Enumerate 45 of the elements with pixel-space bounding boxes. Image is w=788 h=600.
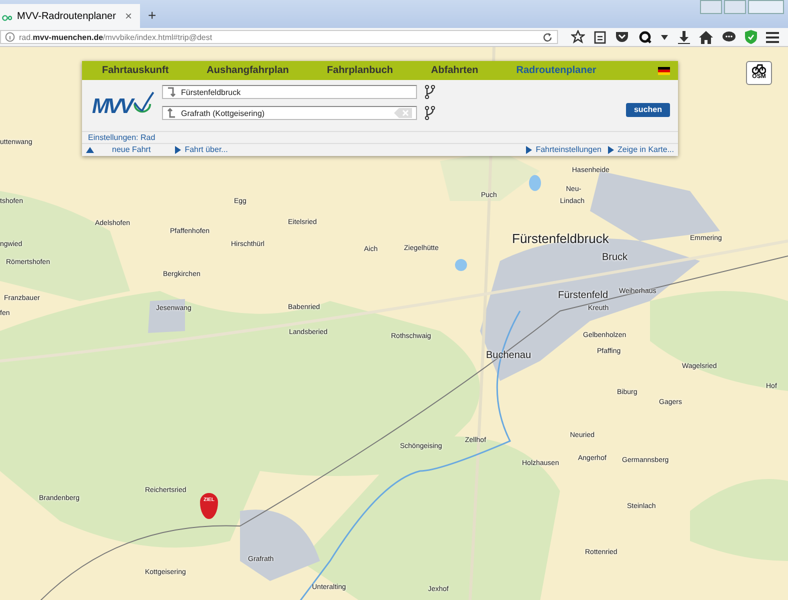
new-tab-button[interactable]: + (148, 7, 156, 23)
turn-arrow-icon (167, 108, 176, 118)
place-label: Fürstenfeldbruck (512, 231, 609, 246)
fork-icon[interactable] (425, 85, 435, 99)
address-field[interactable]: rad.mvv-muenchen.de/mvvbike/index.html#trip@dest (0, 30, 558, 44)
settings-link[interactable]: Einstellungen: Rad (88, 133, 156, 142)
clipboard-icon[interactable] (594, 30, 606, 44)
nav-tab[interactable]: Fahrtauskunft (98, 63, 173, 78)
speech-bubble-icon[interactable] (722, 31, 736, 43)
action-link[interactable]: Zeige in Karte... (608, 145, 674, 154)
triangle-right-icon (526, 146, 532, 154)
search-button[interactable]: suchen (626, 103, 670, 117)
close-tab-button[interactable]: × (124, 9, 132, 23)
nav-tab[interactable]: Abfahrten (427, 63, 482, 78)
menu-icon[interactable] (766, 32, 780, 42)
mvv-logo: MVV (92, 85, 154, 121)
place-label: Fürstenfeld (558, 290, 608, 301)
action-link[interactable]: Fahrteinstellungen (526, 145, 602, 154)
triangle-right-icon (174, 146, 181, 154)
origin-field[interactable]: Fürstenfeldbruck (162, 85, 417, 99)
star-icon[interactable] (570, 30, 585, 44)
nav-tab[interactable]: Radroutenplaner (512, 63, 600, 78)
destination-field[interactable]: Grafrath (Kottgeisering) (162, 106, 417, 120)
turn-arrow-icon (167, 87, 176, 97)
triangle-right-icon (608, 146, 614, 154)
tab-title: MVV-Radroutenplaner (17, 10, 117, 22)
home-icon[interactable] (698, 30, 713, 44)
q-icon[interactable] (638, 30, 652, 44)
action-link[interactable]: neue Fahrt (86, 145, 151, 154)
german-flag-icon[interactable] (658, 66, 670, 74)
place-label: Bruck (602, 252, 628, 263)
reload-icon[interactable] (542, 32, 553, 42)
shield-icon[interactable] (745, 30, 758, 44)
pocket-icon[interactable] (614, 31, 629, 43)
url-text: rad.mvv-muenchen.de/mvvbike/index.html#trip@dest (19, 32, 214, 42)
action-link[interactable]: Fahrt über... (174, 145, 228, 154)
info-icon (5, 32, 15, 42)
caret-icon[interactable] (661, 34, 668, 40)
place-label: Buchenau (486, 350, 532, 361)
nav-tab[interactable]: Aushangfahrplan (202, 63, 293, 78)
nav-tab[interactable]: Fahrplanbuch (322, 63, 398, 78)
fork-icon[interactable] (425, 106, 435, 120)
triangle-up-icon (86, 146, 94, 152)
browser-tab[interactable]: MVV-Radroutenplaner × (0, 4, 140, 28)
download-icon[interactable] (678, 30, 690, 44)
